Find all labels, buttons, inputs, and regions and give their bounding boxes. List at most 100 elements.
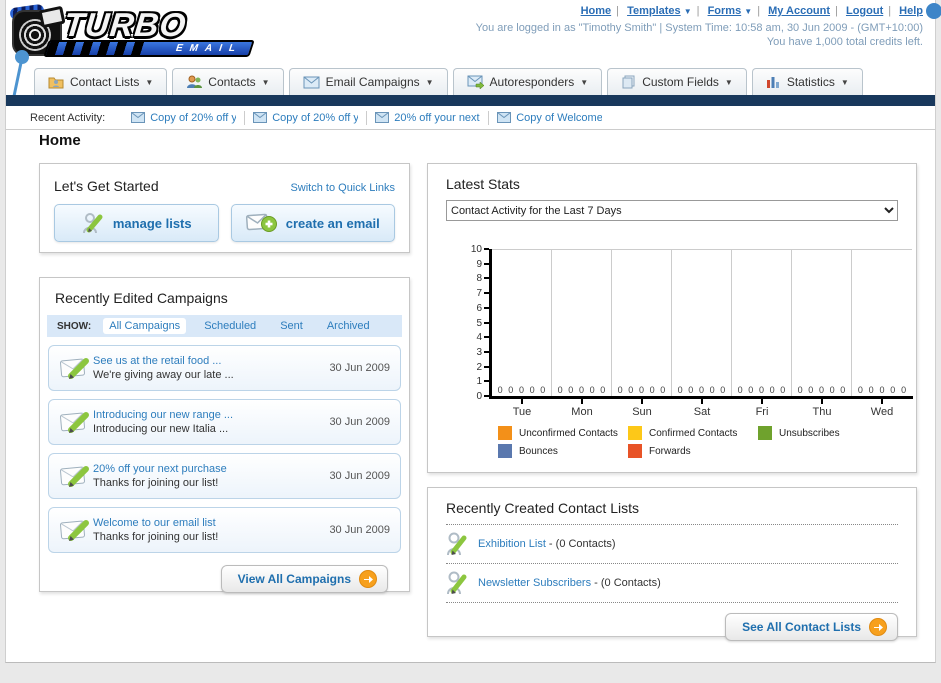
recent-activity-item[interactable]: 20% off your next p (367, 110, 490, 125)
filter-archived[interactable]: Archived (321, 318, 376, 334)
chart-value-label: 0 (720, 385, 726, 395)
login-info: You are logged in as "Timothy Smith" | S… (475, 22, 923, 34)
recent-activity-item[interactable]: Copy of 20% off yo (123, 110, 246, 125)
tab-statistics[interactable]: Statistics ▼ (751, 68, 863, 95)
chart-value-label: 0 (568, 385, 574, 395)
legend-item: Unsubscribes (758, 426, 888, 440)
tab-label: Email Campaigns (325, 75, 420, 89)
recent-activity-item[interactable]: Copy of 20% off yo (245, 110, 368, 125)
envelope-plus-icon (245, 213, 277, 232)
campaign-date: 30 Jun 2009 (329, 416, 390, 428)
campaign-title-link[interactable]: Introducing our new range ... (93, 408, 329, 422)
campaigns-panel: Recently Edited Campaigns SHOW: All Camp… (39, 277, 410, 593)
legend-label: Forwards (649, 445, 691, 457)
campaign-row[interactable]: Welcome to our email list Thanks for joi… (48, 507, 401, 553)
chart-value-label: 0 (518, 385, 524, 395)
nav-link-home[interactable]: Home (581, 5, 612, 17)
header: TURBO EMAIL Home | Templates ▼ | Forms ▼ | … (6, 0, 941, 121)
chart-value-labels: 00000 (492, 385, 551, 395)
chart-value-labels: 00000 (792, 385, 851, 395)
x-axis-day-label: Thu (812, 406, 832, 418)
person-pencil-icon (82, 213, 103, 234)
chevron-down-icon: ▼ (683, 7, 692, 16)
see-all-contact-lists-button[interactable]: See All Contact Lists (725, 613, 898, 641)
filter-sent[interactable]: Sent (274, 318, 309, 334)
campaign-row[interactable]: See us at the retail food ... We're givi… (48, 345, 401, 391)
chart-plot-area: 00000000000000000000000000000000000 (492, 249, 912, 397)
chart-value-label: 0 (508, 385, 514, 395)
campaign-title-link[interactable]: Welcome to our email list (93, 516, 329, 530)
tab-email-campaigns[interactable]: Email Campaigns ▼ (288, 68, 448, 95)
tab-label: Contact Lists (70, 75, 140, 89)
tab-autoresponders[interactable]: Autoresponders ▼ (452, 68, 603, 95)
legend-label: Unconfirmed Contacts (519, 427, 618, 439)
contact-list-count: - (0 Contacts) (591, 577, 661, 589)
recent-activity-item[interactable]: Copy of Welcome to (489, 111, 610, 125)
filter-scheduled[interactable]: Scheduled (198, 318, 262, 334)
chevron-down-icon: ▼ (145, 77, 154, 87)
x-axis-day-label: Mon (571, 406, 593, 418)
contact-list-link[interactable]: Exhibition List (478, 538, 546, 550)
chart-value-label: 0 (808, 385, 814, 395)
tab-contact-lists[interactable]: Contact Lists ▼ (34, 68, 168, 95)
campaign-subtitle: Introducing our new Italia ... (93, 423, 229, 435)
chart-legend: Unconfirmed Contacts Confirmed Contacts Un… (498, 426, 918, 462)
nav-link-my-account[interactable]: My Account (768, 5, 830, 17)
chart-value-label: 0 (677, 385, 683, 395)
chart-value-labels: 00000 (552, 385, 611, 395)
chart-value-label: 0 (557, 385, 563, 395)
chart-value-labels: 00000 (612, 385, 671, 395)
legend-label: Confirmed Contacts (649, 427, 738, 439)
legend-label: Bounces (519, 445, 558, 457)
get-started-title: Let's Get Started (54, 178, 159, 194)
autoresponder-envelope-icon (467, 75, 484, 89)
campaign-subtitle: Thanks for joining our list! (93, 531, 219, 543)
chart-value-label: 0 (769, 385, 775, 395)
filter-all-campaigns[interactable]: All Campaigns (103, 318, 187, 334)
chart-value-label: 0 (890, 385, 896, 395)
legend-item: Unconfirmed Contacts (498, 426, 628, 440)
stats-period-select[interactable]: Contact Activity for the Last 7 Days (446, 200, 898, 221)
tab-custom-fields[interactable]: Custom Fields ▼ (607, 68, 747, 95)
campaign-filter-bar: SHOW: All Campaigns Scheduled Sent Archi… (47, 315, 402, 337)
email-envelope-icon (303, 76, 320, 88)
logo-title: TURBO (62, 6, 189, 43)
legend-row: Unconfirmed Contacts Confirmed Contacts Un… (498, 426, 918, 440)
nav-link-logout[interactable]: Logout (846, 5, 883, 17)
chart-day-group: 00000 (672, 250, 732, 397)
chart-value-label: 0 (857, 385, 863, 395)
page-title: Home (39, 132, 81, 149)
x-axis-day-label: Wed (870, 406, 894, 418)
manage-lists-button[interactable]: manage lists (54, 204, 219, 242)
tab-contacts[interactable]: Contacts ▼ (172, 68, 284, 95)
nav-link-templates[interactable]: Templates (627, 5, 681, 17)
nav-link-help[interactable]: Help (899, 5, 923, 17)
y-axis-line (489, 249, 492, 399)
page-container: TURBO EMAIL Home | Templates ▼ | Forms ▼ | … (5, 0, 941, 663)
get-started-panel: Let's Get Started Switch to Quick Links … (39, 163, 410, 253)
help-bubble-icon[interactable] (926, 3, 941, 19)
chart-day-group: 00000 (612, 250, 672, 397)
contact-activity-chart: 0000000000000000000000000000000000001234… (428, 224, 918, 429)
create-email-button[interactable]: create an email (230, 204, 395, 242)
view-all-campaigns-button[interactable]: View All Campaigns (220, 565, 388, 593)
campaign-row[interactable]: Introducing our new range ... Introducin… (48, 399, 401, 445)
campaign-title-link[interactable]: See us at the retail food ... (93, 354, 329, 368)
chart-value-label: 0 (540, 385, 546, 395)
campaign-row[interactable]: 20% off your next purchase Thanks for jo… (48, 453, 401, 499)
chart-value-label: 0 (660, 385, 666, 395)
chart-value-labels: 00000 (732, 385, 791, 395)
nav-link-forms[interactable]: Forms (708, 5, 742, 17)
chart-value-label: 0 (698, 385, 704, 395)
campaign-date: 30 Jun 2009 (329, 470, 390, 482)
x-axis-tick-mark (521, 399, 523, 404)
chevron-down-icon: ▼ (261, 77, 270, 87)
campaign-title-link[interactable]: 20% off your next purchase (93, 462, 329, 476)
chart-value-label: 0 (589, 385, 595, 395)
contact-list-link[interactable]: Newsletter Subscribers (478, 577, 591, 589)
x-axis-day-label: Sun (632, 406, 652, 418)
switch-quick-links-link[interactable]: Switch to Quick Links (290, 182, 395, 194)
y-axis-tick-label: 5 (476, 317, 482, 329)
contact-list-item: Exhibition List - (0 Contacts) (446, 525, 898, 563)
y-axis-tick-label: 9 (476, 258, 482, 270)
